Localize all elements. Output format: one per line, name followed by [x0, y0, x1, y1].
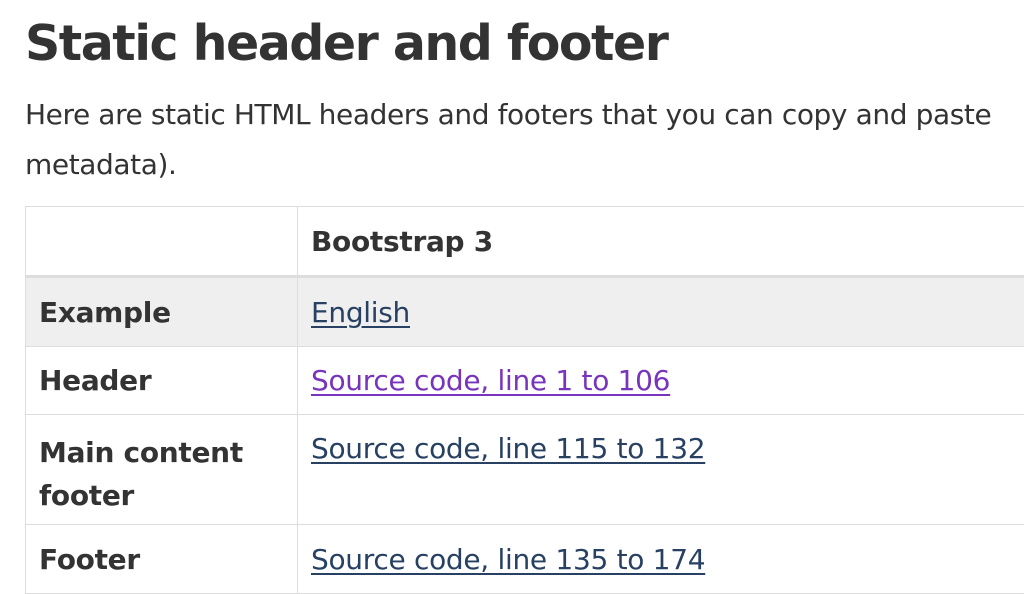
- table-row-header: Header Source code, line 1 to 106: [26, 347, 1024, 415]
- intro-line-2: metadata).: [25, 140, 1024, 190]
- row-cell-header: Source code, line 1 to 106: [298, 347, 1024, 415]
- row-cell-footer: Source code, line 135 to 174: [298, 525, 1024, 594]
- english-example-link[interactable]: English: [311, 296, 410, 329]
- page-title: Static header and footer: [25, 14, 667, 74]
- row-label-main-line-2: footer: [39, 479, 134, 512]
- intro-paragraph: Here are static HTML headers and footers…: [25, 90, 1024, 190]
- header-footer-table: Bootstrap 3 Example English Header Sourc…: [25, 206, 1024, 594]
- row-label-main-content-footer: Main content footer: [26, 415, 298, 525]
- table-row-example: Example English: [26, 277, 1024, 347]
- intro-line-1: Here are static HTML headers and footers…: [25, 90, 1024, 140]
- main-content-footer-source-code-link[interactable]: Source code, line 115 to 132: [311, 432, 705, 465]
- header-source-code-link[interactable]: Source code, line 1 to 106: [311, 364, 670, 397]
- row-label-header: Header: [26, 347, 298, 415]
- table-header-row: Bootstrap 3: [26, 207, 1024, 277]
- table-header-empty-cell: [26, 207, 298, 277]
- table-row-main-content-footer: Main content footer Source code, line 11…: [26, 415, 1024, 525]
- table-row-footer: Footer Source code, line 135 to 174: [26, 525, 1024, 594]
- row-label-example: Example: [26, 277, 298, 347]
- table-header-bootstrap3: Bootstrap 3: [298, 207, 1024, 277]
- row-cell-example: English: [298, 277, 1024, 347]
- row-cell-main-content-footer: Source code, line 115 to 132: [298, 415, 1024, 525]
- row-label-main-line-1: Main content: [39, 436, 243, 469]
- row-label-footer: Footer: [26, 525, 298, 594]
- footer-source-code-link[interactable]: Source code, line 135 to 174: [311, 543, 705, 576]
